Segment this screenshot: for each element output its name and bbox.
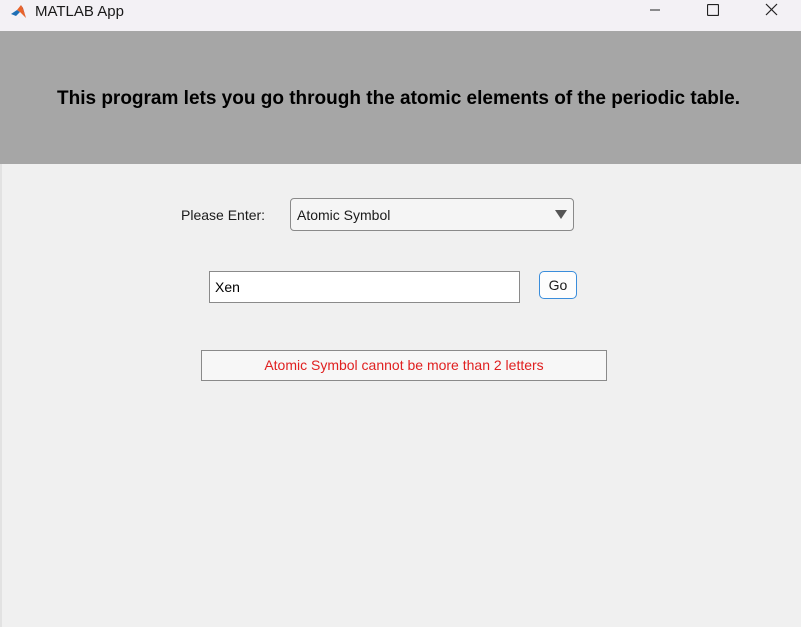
chevron-down-icon <box>555 210 567 219</box>
input-mode-dropdown[interactable]: Atomic Symbol <box>290 198 574 231</box>
maximize-button[interactable] <box>690 0 736 24</box>
dropdown-selected-value: Atomic Symbol <box>297 207 391 223</box>
minimize-icon <box>649 3 661 21</box>
go-button[interactable]: Go <box>539 271 577 299</box>
maximize-icon <box>706 3 720 21</box>
header-description: This program lets you go through the ato… <box>56 88 741 109</box>
window-left-edge <box>0 164 2 627</box>
please-enter-label: Please Enter: <box>181 207 266 223</box>
window-title: MATLAB App <box>35 3 124 20</box>
matlab-logo-icon <box>10 3 28 21</box>
app-window: MATLAB App This program lets you go thro… <box>0 0 801 627</box>
status-message: Atomic Symbol cannot be more than 2 lett… <box>201 350 607 381</box>
title-bar[interactable]: MATLAB App <box>0 0 801 31</box>
close-button[interactable] <box>748 0 794 24</box>
element-input[interactable] <box>209 271 520 303</box>
minimize-button[interactable] <box>632 0 678 24</box>
close-icon <box>765 3 778 21</box>
header-panel: This program lets you go through the ato… <box>0 31 801 164</box>
